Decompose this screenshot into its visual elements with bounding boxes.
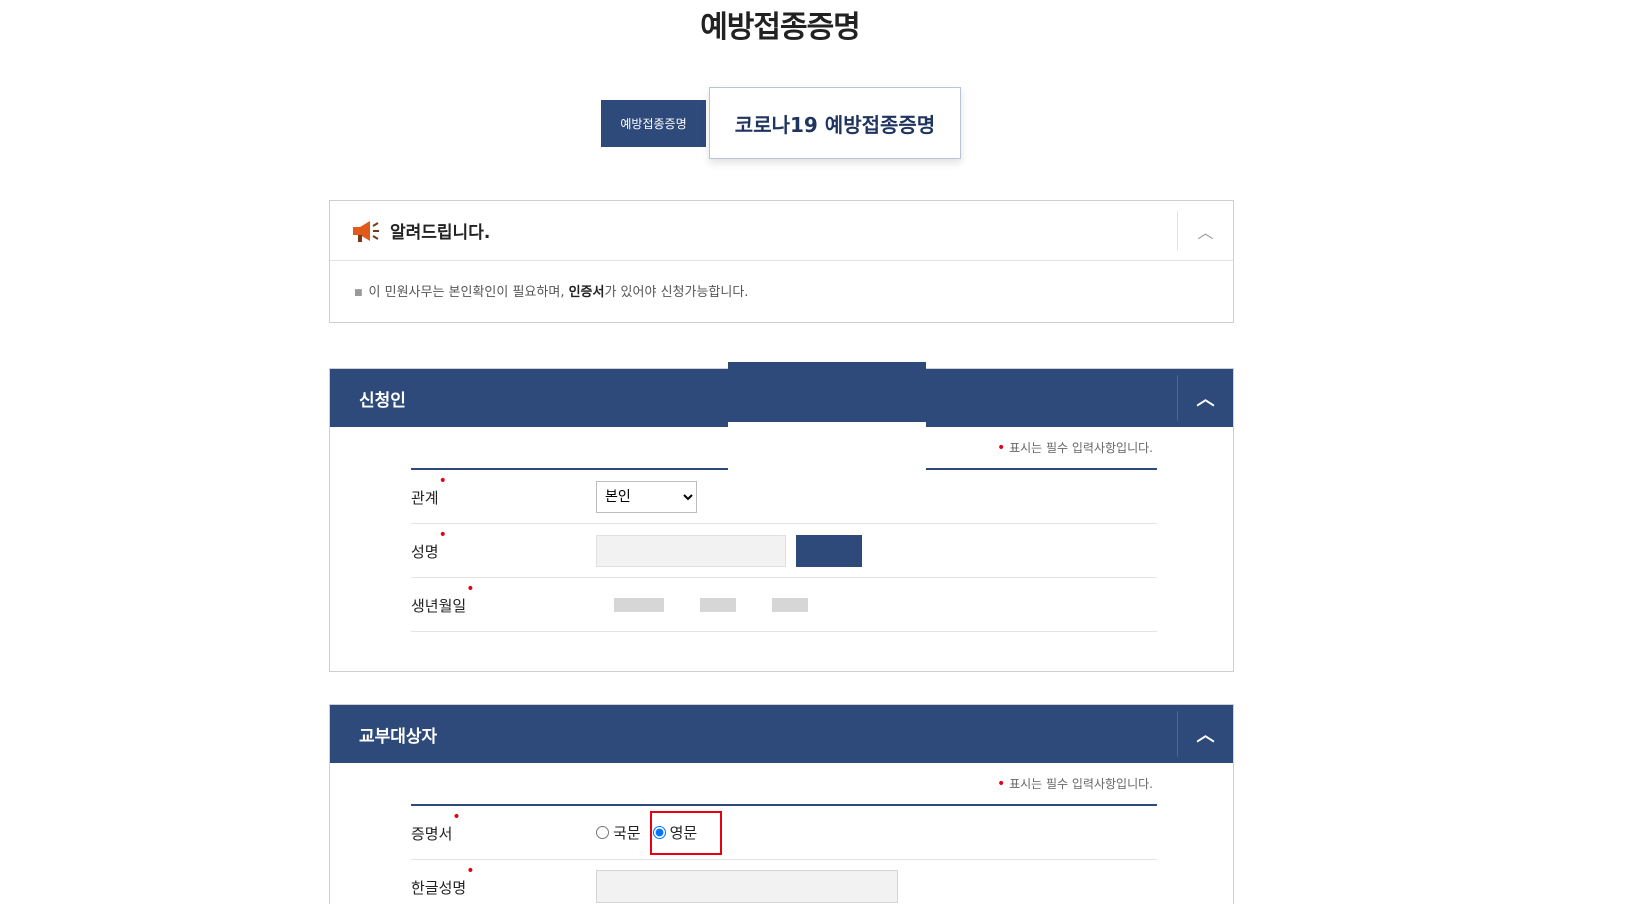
korean-name-row: 한글성명 • (411, 860, 1157, 904)
required-dot-icon: • (466, 863, 475, 879)
birth-row: 생년월일 • (411, 578, 1157, 632)
birth-day (772, 597, 808, 612)
recipient-section: 교부대상자 ︿ • 표시는 필수 입력사항입니다. 증명서 • 국문 영문 한글… (329, 704, 1234, 904)
option-korean[interactable]: 국문 (596, 822, 641, 843)
required-dot-icon: • (438, 527, 447, 543)
notice-title: 알려드립니다. (390, 223, 491, 243)
applicant-collapse-button[interactable]: ︿ (1177, 375, 1233, 421)
required-dot-icon: • (996, 440, 1006, 456)
birth-month (700, 597, 736, 612)
option-korean-label: 국문 (613, 824, 641, 842)
required-dot-icon: • (996, 776, 1006, 792)
certificate-row: 증명서 • 국문 영문 (411, 806, 1157, 860)
overlay-popup (728, 362, 926, 520)
tab-covid19-certificate[interactable]: 코로나19 예방접종증명 (709, 87, 961, 159)
name-input[interactable] (596, 534, 786, 567)
required-note: • 표시는 필수 입력사항입니다. (997, 775, 1153, 792)
birth-label: 생년월일 • (411, 581, 596, 616)
required-note-text: 표시는 필수 입력사항입니다. (1009, 777, 1153, 791)
notice-collapse-button[interactable]: ︿ (1177, 211, 1233, 251)
notice-text-part: 가 있어야 신청가능합니다. (604, 285, 749, 300)
required-note: • 표시는 필수 입력사항입니다. (997, 439, 1153, 456)
page-title: 예방접종증명 (700, 10, 861, 45)
relation-label-text: 관계 (411, 489, 439, 507)
birth-label-text: 생년월일 (411, 597, 467, 615)
chevron-up-icon: ︿ (1196, 389, 1215, 410)
notice-header: 알려드립니다. ︿ (330, 201, 1233, 261)
name-label: 성명 • (411, 527, 596, 562)
required-note-text: 표시는 필수 입력사항입니다. (1009, 441, 1153, 455)
bullet-icon: ■ (354, 287, 363, 298)
korean-name-input[interactable] (596, 870, 898, 903)
korean-name-label: 한글성명 • (411, 863, 596, 898)
radio-korean[interactable] (596, 826, 609, 839)
relation-select[interactable]: 본인 (596, 480, 697, 513)
name-row: 성명 • (411, 524, 1157, 578)
notice-text: ■ 이 민원사무는 본인확인이 필요하며, 인증서가 있어야 신청가능합니다. (330, 261, 1233, 320)
name-label-text: 성명 (411, 543, 439, 561)
name-confirm-button[interactable] (796, 534, 862, 567)
tab-vaccination-certificate[interactable]: 예방접종증명 (601, 100, 706, 147)
birth-value (596, 597, 1157, 612)
selection-highlight (650, 811, 722, 855)
notice-box: 알려드립니다. ︿ ■ 이 민원사무는 본인확인이 필요하며, 인증서가 있어야 … (329, 200, 1234, 323)
applicant-section-title: 신청인 (359, 390, 406, 411)
korean-name-value (596, 870, 1157, 903)
megaphone-icon (353, 220, 379, 242)
chevron-up-icon: ︿ (1197, 223, 1214, 242)
birth-year (614, 597, 664, 612)
chevron-up-icon: ︿ (1196, 725, 1215, 746)
recipient-section-title: 교부대상자 (359, 726, 438, 747)
required-dot-icon: • (452, 809, 461, 825)
relation-label: 관계 • (411, 473, 596, 508)
notice-text-bold: 인증서 (568, 285, 605, 300)
required-dot-icon: • (466, 581, 475, 597)
recipient-form: 증명서 • 국문 영문 한글성명 • (411, 804, 1157, 904)
required-dot-icon: • (438, 473, 447, 489)
korean-name-label-text: 한글성명 (411, 879, 467, 897)
notice-text-part: 이 민원사무는 본인확인이 필요하며, (368, 285, 569, 300)
certificate-label-text: 증명서 (411, 825, 453, 843)
recipient-collapse-button[interactable]: ︿ (1177, 711, 1233, 757)
certificate-label: 증명서 • (411, 809, 596, 844)
overlay-popup-header (728, 362, 926, 422)
recipient-section-header: 교부대상자 ︿ (330, 705, 1233, 763)
name-value (596, 534, 1157, 567)
